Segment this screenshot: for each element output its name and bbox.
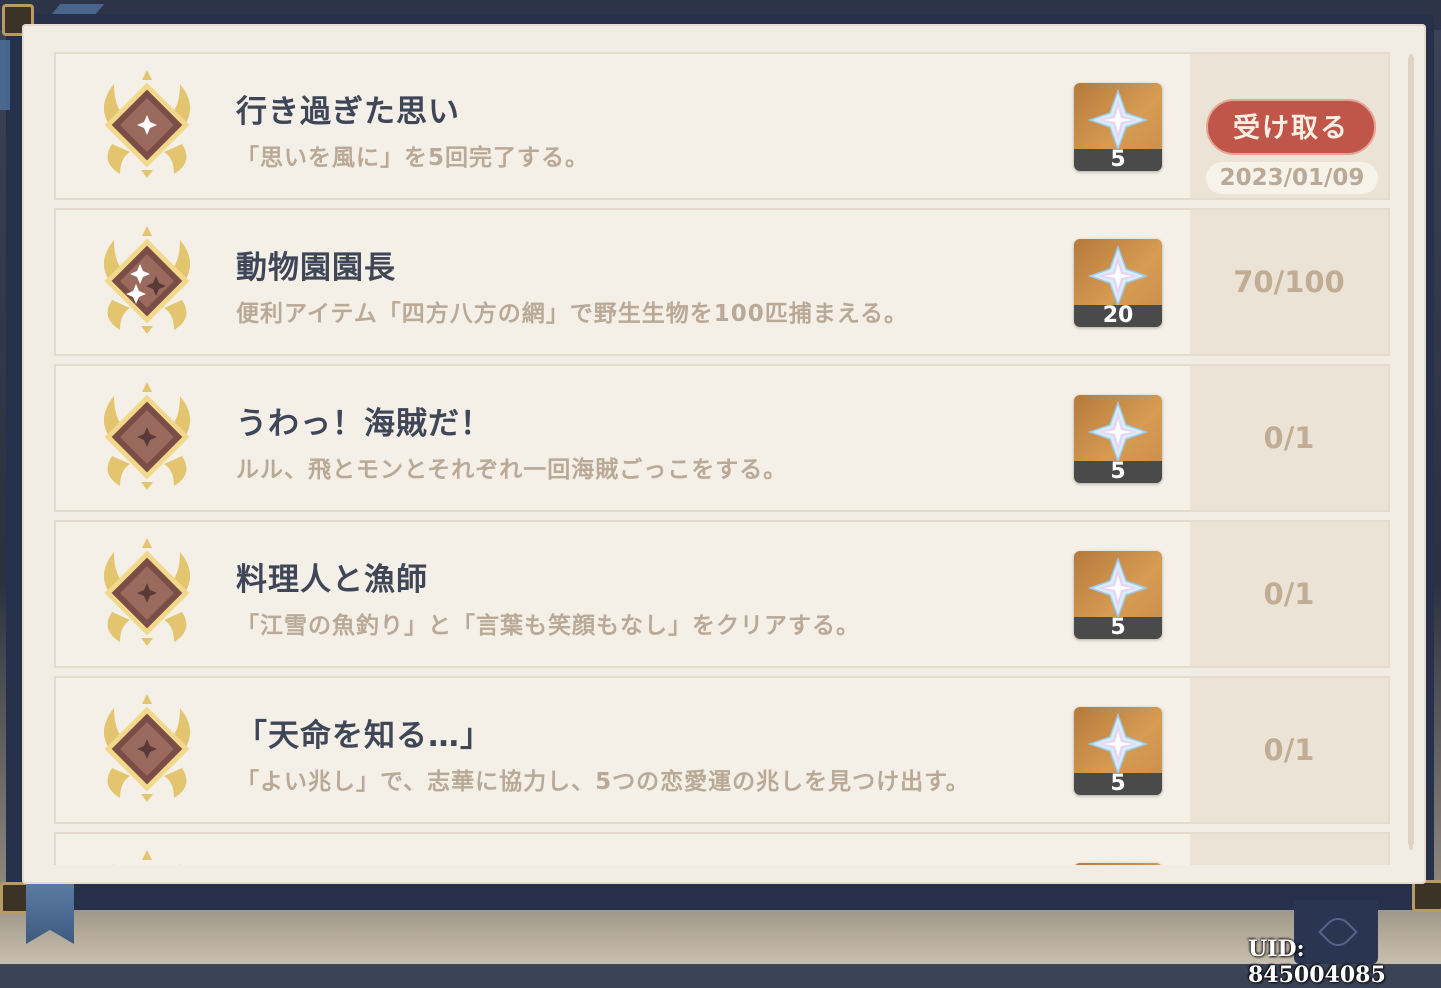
achievement-progress: 0/1	[1263, 577, 1315, 611]
achievement-title: 行き過ぎた思い	[236, 94, 460, 130]
primogem-icon	[1088, 401, 1148, 463]
primogem-icon	[1088, 89, 1148, 151]
achievement-description: 「思いを風に」を5回完了する。	[236, 145, 590, 171]
achievement-row-partial	[54, 832, 1390, 865]
achievement-list[interactable]: 行き過ぎた思い 「思いを風に」を5回完了する。 5 受け取る 2023/01/0…	[54, 52, 1390, 865]
list-scrollbar[interactable]	[1404, 42, 1418, 862]
achievement-badge-icon	[103, 694, 191, 802]
achievement-badge-icon	[113, 850, 181, 865]
achievement-description: 「江雪の魚釣り」と「言葉も笑顔もなし」をクリアする。	[236, 613, 860, 639]
reward-item[interactable]: 5	[1074, 707, 1162, 795]
bookmark-ribbon-left	[26, 880, 74, 944]
primogem-icon	[1088, 245, 1148, 307]
reward-count: 5	[1074, 773, 1162, 795]
primogem-icon	[1088, 557, 1148, 619]
primogem-icon	[1088, 713, 1148, 775]
reward-item[interactable]: 20	[1074, 239, 1162, 327]
reward-item[interactable]: 5	[1074, 395, 1162, 483]
reward-item[interactable]: 5	[1074, 83, 1162, 171]
reward-count: 5	[1074, 617, 1162, 639]
achievement-title: 動物園園長	[236, 250, 396, 286]
achievement-row: うわっ！海賊だ！ ルル、飛とモンとそれぞれ一回海賊ごっこをする。 5 0/1	[54, 364, 1390, 512]
reward-count: 5	[1074, 461, 1162, 483]
achievement-description: ルル、飛とモンとそれぞれ一回海賊ごっこをする。	[236, 457, 788, 483]
achievement-badge-icon	[103, 382, 191, 490]
reward-count: 20	[1074, 305, 1162, 327]
achievement-progress: 0/1	[1263, 421, 1315, 455]
achievement-progress: 70/100	[1233, 265, 1345, 299]
achievement-progress: 0/1	[1263, 733, 1315, 767]
reward-item[interactable]	[1074, 863, 1162, 865]
reward-item[interactable]: 5	[1074, 551, 1162, 639]
corner-ornament-bottom-right	[1412, 880, 1441, 912]
achievement-title: 料理人と漁師	[236, 562, 428, 598]
achievement-row: 「天命を知る…」 「よい兆し」で、志華に協力し、5つの恋愛運の兆しを見つけ出す。…	[54, 676, 1390, 824]
achievement-badge-icon	[103, 226, 191, 334]
achievement-row: 行き過ぎた思い 「思いを風に」を5回完了する。 5 受け取る 2023/01/0…	[54, 52, 1390, 200]
achievement-description: 「よい兆し」で、志華に協力し、5つの恋愛運の兆しを見つけ出す。	[236, 769, 970, 795]
achievement-description: 便利アイテム「四方八方の網」で野生生物を100匹捕まえる。	[236, 301, 909, 327]
achievement-row: 料理人と漁師 「江雪の魚釣り」と「言葉も笑顔もなし」をクリアする。 5 0/1	[54, 520, 1390, 668]
scrollbar-thumb[interactable]	[1408, 56, 1414, 846]
achievement-row: 動物園園長 便利アイテム「四方八方の網」で野生生物を100匹捕まえる。 20 7…	[54, 208, 1390, 356]
achievement-badge-icon	[103, 538, 191, 646]
claim-date: 2023/01/09	[1206, 162, 1378, 194]
uid-label: UID: 845004085	[1248, 936, 1386, 988]
achievement-title: 「天命を知る…」	[236, 718, 492, 754]
achievement-title: うわっ！海賊だ！	[236, 406, 492, 442]
achievement-badge-icon	[103, 70, 191, 178]
frame-stripe-left	[0, 40, 10, 110]
row-status-panel	[1190, 834, 1388, 865]
reward-count: 5	[1074, 149, 1162, 171]
frame-stripe-top	[51, 4, 105, 14]
claim-button[interactable]: 受け取る	[1206, 99, 1376, 155]
